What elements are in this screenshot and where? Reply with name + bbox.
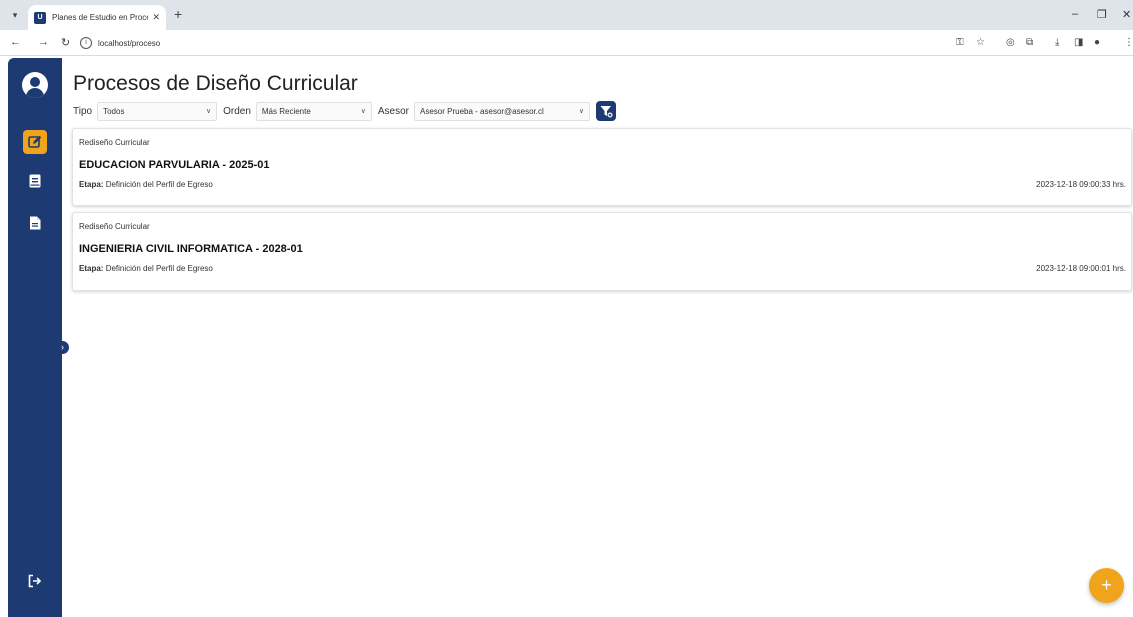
process-name: INGENIERIA CIVIL INFORMATICA - 2028-01	[79, 243, 303, 255]
logout-icon[interactable]	[25, 571, 45, 591]
process-type: Rediseño Curricular	[79, 222, 150, 231]
asesor-label: Asesor	[377, 105, 410, 117]
profile-icon[interactable]: ●	[1094, 37, 1100, 48]
orden-select[interactable]: Más Reciente ∨	[255, 101, 372, 121]
sidebar	[8, 58, 62, 617]
tipo-label: Tipo	[73, 105, 93, 117]
chevron-down-icon: ∨	[360, 108, 366, 115]
address-bar: ← → ↻ i localhost/proceso ⚿ ☆ ◎ ⧉ ⤓ ◨ ● …	[0, 30, 1133, 56]
book-icon[interactable]	[25, 171, 45, 191]
asesor-value: Asesor Prueba - asesor@asesor.cl	[420, 106, 544, 116]
browser-tab-bar: ▾ U Planes de Estudio en Proceso - ✕ + –…	[0, 0, 1133, 30]
page-title: Procesos de Diseño Curricular	[73, 72, 358, 95]
process-card[interactable]: Rediseño Curricular EDUCACION PARVULARIA…	[72, 128, 1132, 206]
filter-clear-button[interactable]	[596, 101, 617, 121]
minimize-icon[interactable]: –	[1072, 8, 1078, 20]
document-icon[interactable]	[25, 213, 45, 233]
chevron-down-icon: ∨	[578, 108, 585, 115]
tipo-value: Todos	[103, 106, 125, 116]
tab-title: Planes de Estudio en Proceso -	[52, 13, 148, 22]
orden-label: Orden	[223, 105, 251, 117]
tab-search-icon[interactable]: ▾	[8, 8, 22, 22]
favicon-icon: U	[34, 11, 46, 24]
chevron-down-icon: ∨	[205, 108, 212, 115]
filter-icon	[600, 105, 613, 117]
orden-value: Más Reciente	[261, 106, 311, 116]
tipo-select[interactable]: Todos ∨	[97, 101, 218, 121]
side-panel-icon[interactable]: ◨	[1074, 37, 1083, 48]
tab-close-icon[interactable]: ✕	[152, 12, 160, 23]
site-info-icon[interactable]: i	[80, 37, 92, 49]
browser-tab[interactable]: U Planes de Estudio en Proceso - ✕	[28, 5, 166, 30]
browser-menu-icon[interactable]: ⋮	[1124, 37, 1133, 48]
process-card[interactable]: Rediseño Curricular INGENIERIA CIVIL INF…	[72, 212, 1132, 291]
edit-icon[interactable]	[23, 130, 47, 154]
forward-icon[interactable]: →	[38, 36, 49, 48]
close-window-icon[interactable]: ✕	[1122, 8, 1131, 21]
filter-bar: Tipo Todos ∨ Orden Más Reciente ∨ Asesor…	[73, 101, 617, 121]
new-tab-icon[interactable]: +	[174, 6, 182, 22]
process-stage: Etapa: Definición del Perfil de Egreso	[79, 264, 213, 273]
process-date: 2023-12-18 09:00:33 hrs.	[1036, 180, 1126, 189]
puzzle-icon[interactable]: ⧉	[1026, 37, 1033, 48]
extension-icon[interactable]: ◎	[1006, 37, 1015, 48]
password-key-icon[interactable]: ⚿	[956, 37, 964, 48]
download-icon[interactable]: ⤓	[1055, 37, 1059, 48]
process-stage: Etapa: Definición del Perfil de Egreso	[79, 180, 213, 189]
asesor-select[interactable]: Asesor Prueba - asesor@asesor.cl ∨	[414, 101, 591, 121]
add-process-button[interactable]: +	[1089, 568, 1124, 603]
back-icon[interactable]: ←	[10, 36, 21, 48]
restore-icon[interactable]: ❐	[1097, 8, 1107, 21]
process-date: 2023-12-18 09:00:01 hrs.	[1036, 264, 1126, 273]
process-name: EDUCACION PARVULARIA - 2025-01	[79, 159, 270, 171]
bookmark-star-icon[interactable]: ☆	[976, 37, 985, 48]
process-type: Rediseño Curricular	[79, 138, 150, 147]
reload-icon[interactable]: ↻	[61, 36, 70, 49]
url-text: localhost/proceso	[98, 38, 161, 48]
user-avatar-icon[interactable]	[22, 72, 48, 98]
sidebar-collapse-toggle[interactable]: ›	[56, 341, 69, 354]
url-field[interactable]: i localhost/proceso	[80, 34, 940, 52]
